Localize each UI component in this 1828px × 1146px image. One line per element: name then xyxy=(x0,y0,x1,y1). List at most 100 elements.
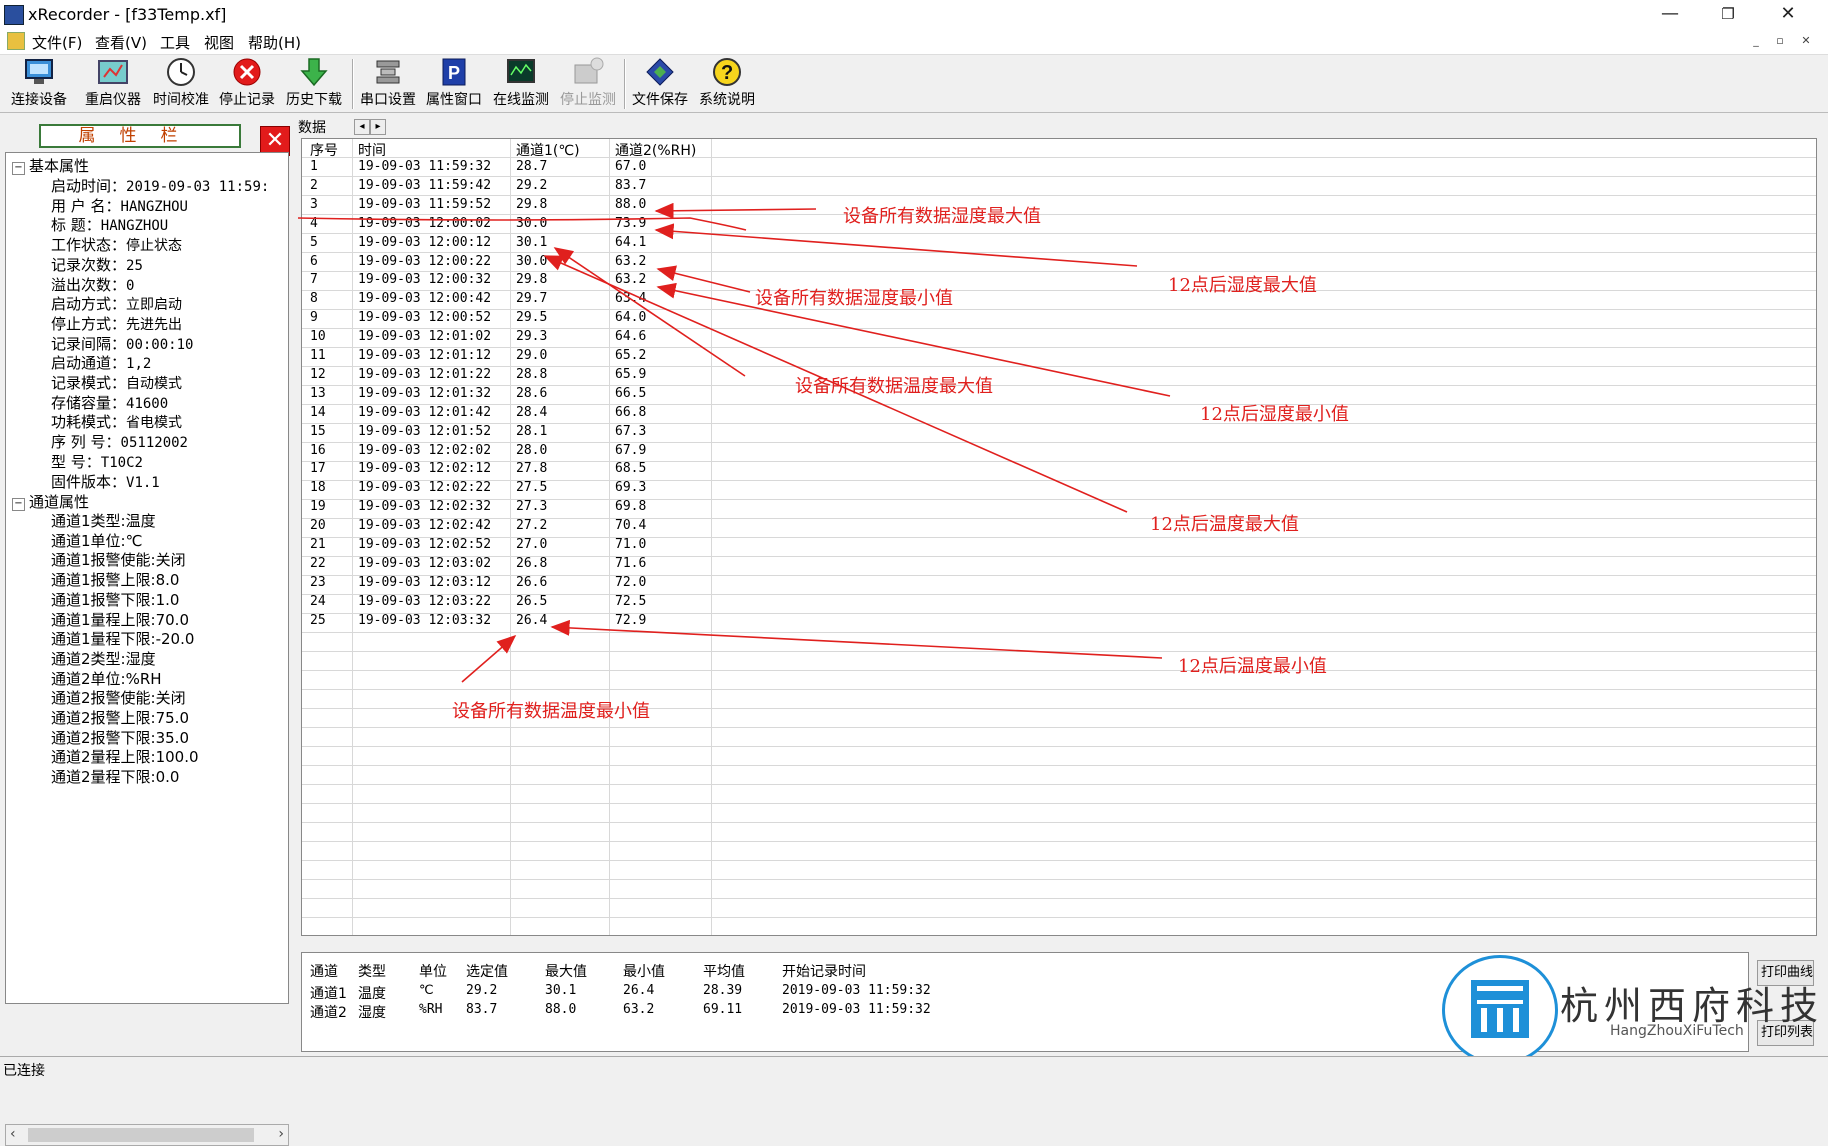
time-calibrate-label: 时间校准 xyxy=(153,92,209,108)
close-button[interactable]: ✕ xyxy=(1760,0,1816,28)
mdi-restore-button[interactable]: ▫ xyxy=(1772,34,1788,48)
time-calibrate-button[interactable]: 时间校准 xyxy=(148,57,214,109)
save-file-button[interactable]: 文件保存 xyxy=(627,57,693,109)
column-header[interactable]: 序号 xyxy=(310,140,338,160)
table-row[interactable]: 18 19-09-03 12:02:22 27.5 69.3 xyxy=(302,479,1022,498)
menu-view[interactable]: 查看(V) xyxy=(95,32,147,53)
channel-property-item[interactable]: 通道2报警使能:关闭 xyxy=(51,687,186,708)
table-row[interactable]: 15 19-09-03 12:01:52 28.1 67.3 xyxy=(302,423,1022,442)
property-item[interactable]: 工作状态：停止状态 xyxy=(51,234,182,255)
table-row[interactable]: 17 19-09-03 12:02:12 27.8 68.5 xyxy=(302,460,1022,479)
stats-row[interactable]: 通道2 湿度 %RH 83.7 88.0 63.2 69.11 2019-09-03 11:5… xyxy=(302,1002,1202,1021)
property-item[interactable]: 序 列 号：05112002 xyxy=(51,431,188,452)
table-cell: 17 xyxy=(310,461,326,477)
menu-tools[interactable]: 工具 xyxy=(160,32,190,53)
maximize-button[interactable]: ❐ xyxy=(1700,0,1756,28)
column-header[interactable]: 通道1(℃) xyxy=(516,140,580,160)
property-value: 00:00:10 xyxy=(126,336,194,353)
online-monitor-button[interactable]: 在线监测 xyxy=(488,57,554,109)
minimize-button[interactable]: — xyxy=(1642,0,1698,28)
tab-next-icon[interactable]: ▸ xyxy=(370,119,386,135)
table-row[interactable]: 24 19-09-03 12:03:22 26.5 72.5 xyxy=(302,593,1022,612)
channel-property-item[interactable]: 通道1报警使能:关闭 xyxy=(51,549,186,570)
property-window-button[interactable]: P 属性窗口 xyxy=(421,57,487,109)
mdi-close-button[interactable]: ✕ xyxy=(1798,34,1814,48)
property-item[interactable]: 记录次数：25 xyxy=(51,254,143,275)
table-row[interactable]: 2 19-09-03 11:59:42 29.2 83.7 xyxy=(302,177,1022,196)
property-item[interactable]: 停止方式：先进先出 xyxy=(51,313,182,334)
channel-property-item[interactable]: 通道2报警上限:75.0 xyxy=(51,707,189,728)
property-item[interactable]: 启动时间：2019-09-03 11:59: xyxy=(51,175,269,196)
tab-prev-icon[interactable]: ◂ xyxy=(354,119,370,135)
property-item[interactable]: 记录间隔：00:00:10 xyxy=(51,333,193,354)
channel-property-item[interactable]: 通道1量程上限:70.0 xyxy=(51,609,189,630)
channel-property-item[interactable]: 通道1类型:温度 xyxy=(51,510,156,531)
property-item[interactable]: 启动通道：1,2 xyxy=(51,352,151,373)
property-item[interactable]: 功耗模式：省电模式 xyxy=(51,411,182,432)
table-cell: 30.0 xyxy=(516,215,548,231)
channel-property-item[interactable]: 通道2量程上限:100.0 xyxy=(51,746,199,767)
channel-property-item[interactable]: 通道2量程下限:0.0 xyxy=(51,766,179,787)
property-item[interactable]: 用 户 名：HANGZHOU xyxy=(51,195,188,216)
mdi-minimize-button[interactable]: _ xyxy=(1748,34,1764,48)
tree-group-basic[interactable]: − 基本属性 xyxy=(12,155,89,176)
table-row[interactable]: 5 19-09-03 12:00:12 30.1 64.1 xyxy=(302,234,1022,253)
column-header[interactable]: 通道2(%RH) xyxy=(615,140,696,160)
table-row[interactable]: 9 19-09-03 12:00:52 29.5 64.0 xyxy=(302,309,1022,328)
channel-property-item[interactable]: 通道2报警下限:35.0 xyxy=(51,727,189,748)
table-row[interactable]: 25 19-09-03 12:03:32 26.4 72.9 xyxy=(302,612,1022,631)
stats-row[interactable]: 通道1 温度 ℃ 29.2 30.1 26.4 28.39 2019-09-03 11:59:… xyxy=(302,983,1202,1002)
table-cell: 10 xyxy=(310,329,326,345)
tab-data[interactable]: 数据 xyxy=(298,117,326,137)
company-logo xyxy=(1442,955,1558,1065)
property-item[interactable]: 固件版本：V1.1 xyxy=(51,471,160,492)
property-item[interactable]: 存储容量：41600 xyxy=(51,392,168,413)
table-row[interactable]: 10 19-09-03 12:01:02 29.3 64.6 xyxy=(302,328,1022,347)
property-item[interactable]: 标 题：HANGZHOU xyxy=(51,214,168,235)
table-cell: 28.8 xyxy=(516,366,548,382)
tree-group-channel[interactable]: − 通道属性 xyxy=(12,491,89,512)
scroll-right-icon[interactable]: › xyxy=(278,1126,284,1142)
restart-device-button[interactable]: 重启仪器 xyxy=(80,57,146,109)
table-row[interactable]: 21 19-09-03 12:02:52 27.0 71.0 xyxy=(302,536,1022,555)
system-help-button[interactable]: ? 系统说明 xyxy=(694,57,760,109)
channel-property-item[interactable]: 通道1报警下限:1.0 xyxy=(51,589,179,610)
menu-window[interactable]: 视图 xyxy=(204,32,234,53)
table-row[interactable]: 14 19-09-03 12:01:42 28.4 66.8 xyxy=(302,404,1022,423)
table-row[interactable]: 20 19-09-03 12:02:42 27.2 70.4 xyxy=(302,517,1022,536)
property-window-label: 属性窗口 xyxy=(426,92,482,108)
channel-property-item[interactable]: 通道2类型:湿度 xyxy=(51,648,156,669)
channel-property-item[interactable]: 通道1单位:℃ xyxy=(51,530,142,551)
property-item[interactable]: 溢出次数：0 xyxy=(51,274,134,295)
scroll-thumb[interactable] xyxy=(28,1128,254,1142)
property-item[interactable]: 启动方式：立即启动 xyxy=(51,293,182,314)
horizontal-scrollbar[interactable]: ‹ › xyxy=(5,1124,289,1146)
history-download-button[interactable]: 历史下载 xyxy=(281,57,347,109)
stats-cell: 63.2 xyxy=(623,1002,655,1017)
table-row[interactable]: 16 19-09-03 12:02:02 28.0 67.9 xyxy=(302,442,1022,461)
channel-property-item[interactable]: 通道2单位:%RH xyxy=(51,668,162,689)
menu-help[interactable]: 帮助(H) xyxy=(248,32,301,53)
property-item[interactable]: 记录模式：自动模式 xyxy=(51,372,182,393)
table-row[interactable]: 11 19-09-03 12:01:12 29.0 65.2 xyxy=(302,347,1022,366)
collapse-icon[interactable]: − xyxy=(12,162,25,175)
scroll-left-icon[interactable]: ‹ xyxy=(10,1126,16,1142)
property-item[interactable]: 型 号：T10C2 xyxy=(51,451,143,472)
menu-file[interactable]: 文件(F) xyxy=(32,32,82,53)
table-row[interactable]: 22 19-09-03 12:03:02 26.8 71.6 xyxy=(302,555,1022,574)
table-row[interactable]: 1 19-09-03 11:59:32 28.7 67.0 xyxy=(302,158,1022,177)
channel-property-item[interactable]: 通道1报警上限:8.0 xyxy=(51,569,179,590)
channel-property-item[interactable]: 通道1量程下限:-20.0 xyxy=(51,628,194,649)
serial-settings-button[interactable]: 串口设置 xyxy=(355,57,421,109)
vertical-scrollbar[interactable] xyxy=(1817,118,1828,1048)
column-header[interactable]: 时间 xyxy=(358,140,386,160)
connect-device-button[interactable]: 连接设备 xyxy=(6,57,72,109)
table-row[interactable]: 19 19-09-03 12:02:32 27.3 69.8 xyxy=(302,498,1022,517)
table-row[interactable]: 6 19-09-03 12:00:22 30.0 63.2 xyxy=(302,253,1022,272)
app-icon xyxy=(4,5,24,25)
collapse-icon[interactable]: − xyxy=(12,498,25,511)
stop-record-button[interactable]: 停止记录 xyxy=(214,57,280,109)
table-cell: 29.8 xyxy=(516,272,548,288)
stop-monitor-button[interactable]: 停止监测 xyxy=(555,57,621,109)
table-row[interactable]: 23 19-09-03 12:03:12 26.6 72.0 xyxy=(302,574,1022,593)
